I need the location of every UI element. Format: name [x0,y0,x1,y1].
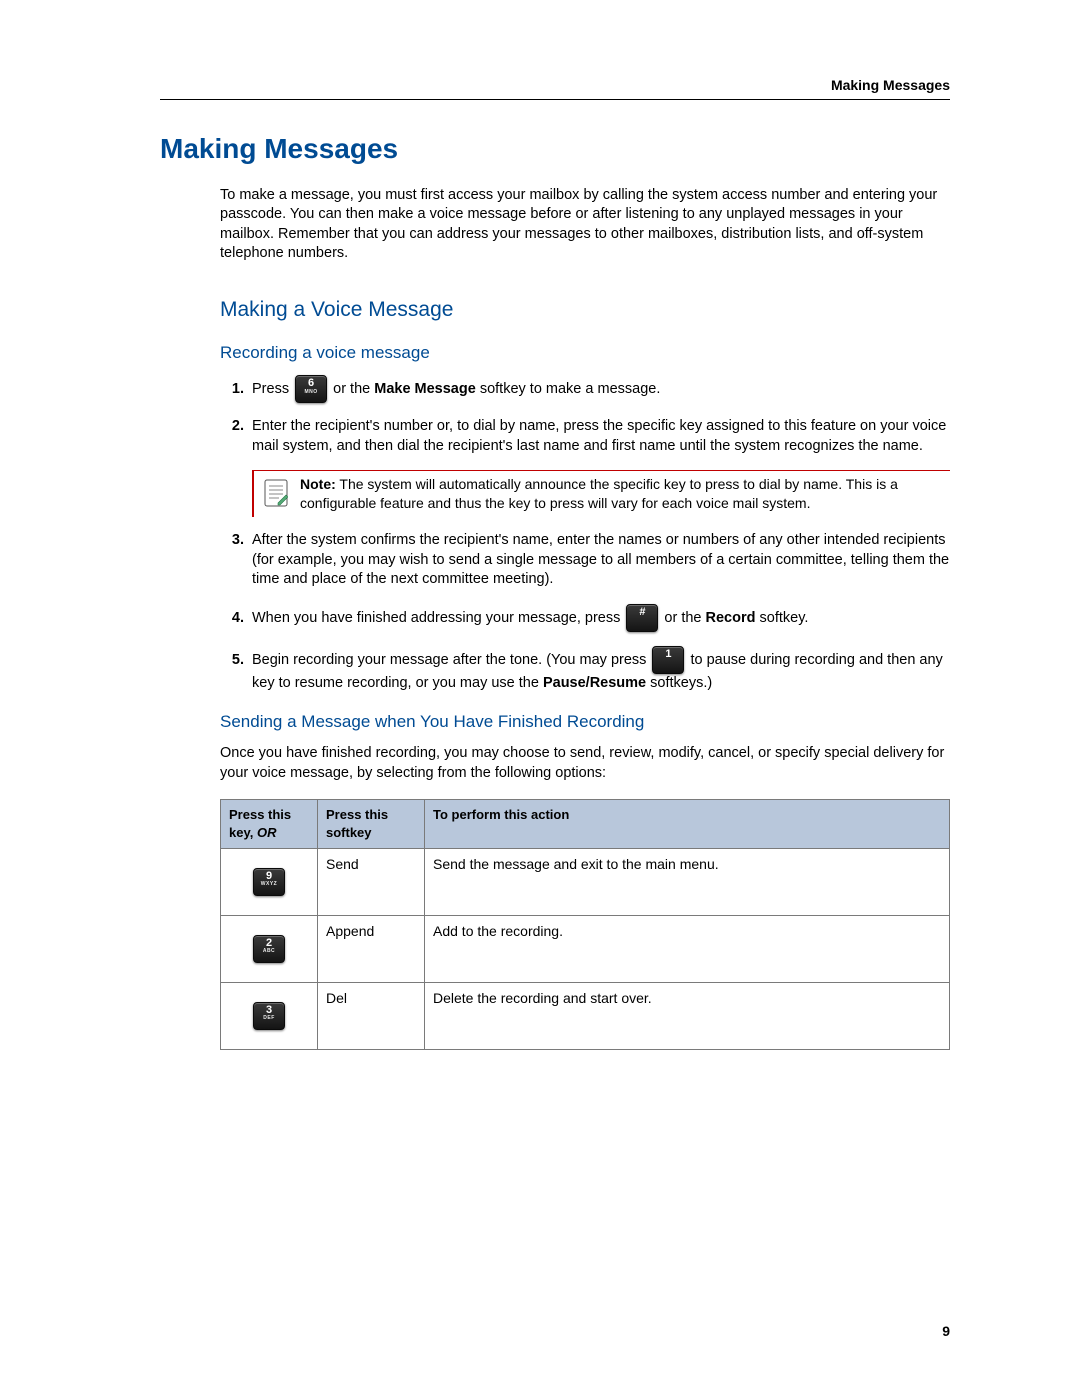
step-text: When you have finished addressing your m… [252,610,624,626]
key-cell: 2ABC [221,915,318,982]
action-cell: Send the message and exit to the main me… [425,848,950,915]
step-text: Begin recording your message after the t… [252,652,650,668]
action-cell: Add to the recording. [425,915,950,982]
key-6-icon: 6 MNO [295,375,327,403]
table-row: 2ABC AppendAdd to the recording. [221,915,950,982]
step-3: After the system confirms the recipient'… [248,531,950,590]
note-icon [264,479,288,507]
step-text: or the [333,381,374,397]
key-hash-icon: # [626,604,658,632]
step-text: Press [252,381,293,397]
table-row: 3DEF DelDelete the recording and start ov… [221,982,950,1049]
key-1-icon: 1 [652,646,684,674]
step-text: or the [664,610,705,626]
subsection-recording: Recording a voice message [220,342,950,365]
page-title: Making Messages [160,130,950,168]
key-cell: 3DEF [221,982,318,1049]
step-2: Enter the recipient's number or, to dial… [248,417,950,456]
note-text: Note: The system will automatically anno… [300,475,944,513]
step-text: softkey. [760,610,809,626]
section-heading: Making a Voice Message [220,296,950,324]
softkey-cell: Del [318,982,425,1049]
step-text: softkeys.) [650,675,712,691]
header-rule [160,99,950,100]
key-3-icon: 3DEF [253,1002,285,1030]
subsection-sending: Sending a Message when You Have Finished… [220,711,950,734]
steps-list: Press 6 MNO or the Make Message softkey … [220,375,950,456]
table-row: 9WXYZ SendSend the message and exit to th… [221,848,950,915]
make-message-label: Make Message [374,381,476,397]
key-9-icon: 9WXYZ [253,868,285,896]
th-action: To perform this action [425,800,950,848]
action-cell: Delete the recording and start over. [425,982,950,1049]
step-5: Begin recording your message after the t… [248,646,950,694]
record-label: Record [706,610,756,626]
step-1: Press 6 MNO or the Make Message softkey … [248,375,950,403]
th-key: Press this key, OR [221,800,318,848]
note-label: Note: [300,476,336,492]
th-softkey: Press this softkey [318,800,425,848]
steps-list-cont: After the system confirms the recipient'… [220,531,950,693]
running-head: Making Messages [160,76,950,95]
softkey-cell: Send [318,848,425,915]
key-2-icon: 2ABC [253,935,285,963]
pause-resume-label: Pause/Resume [543,675,646,691]
softkey-cell: Append [318,915,425,982]
page-number: 9 [942,1322,950,1341]
intro-paragraph: To make a message, you must first access… [220,186,950,264]
step-4: When you have finished addressing your m… [248,604,950,632]
after-recording-paragraph: Once you have finished recording, you ma… [220,744,950,783]
options-table: Press this key, OR Press this softkey To… [220,799,950,1049]
key-cell: 9WXYZ [221,848,318,915]
note-box: Note: The system will automatically anno… [252,470,950,517]
step-text: softkey to make a message. [480,381,661,397]
